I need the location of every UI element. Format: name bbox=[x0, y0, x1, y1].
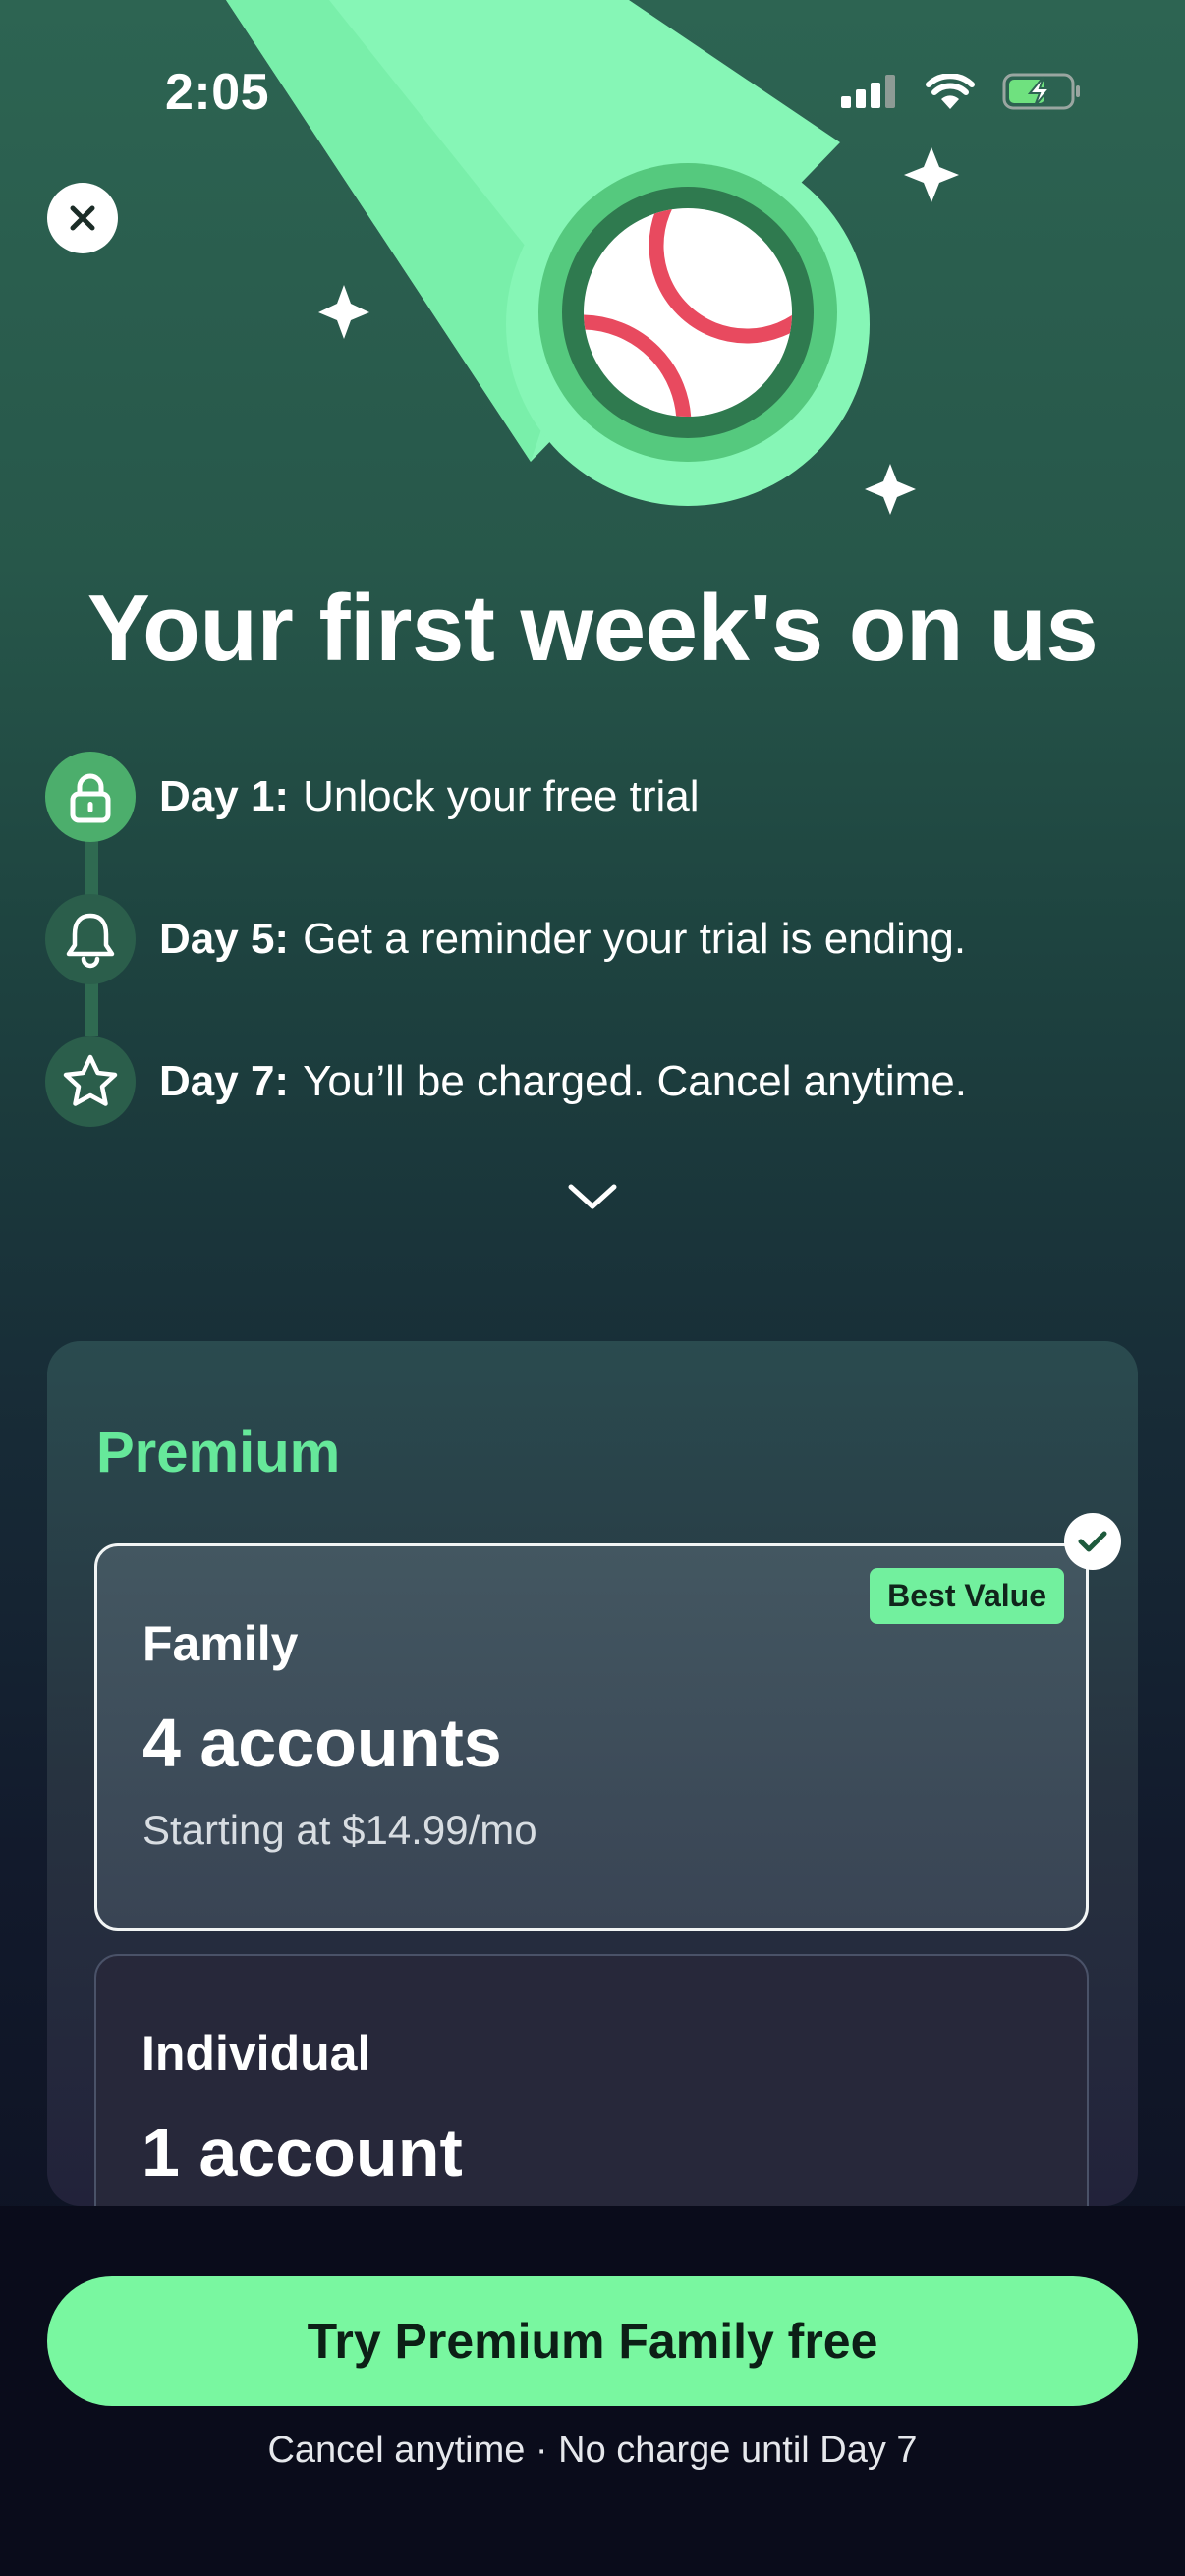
timeline-day-label: Day 7: bbox=[159, 1057, 290, 1105]
status-icons bbox=[841, 73, 1081, 110]
plan-option-individual[interactable]: Individual 1 account bbox=[94, 1954, 1089, 2206]
wifi-icon bbox=[926, 74, 975, 109]
battery-charging-icon bbox=[1002, 73, 1080, 110]
plan-name: Individual bbox=[141, 2026, 371, 2081]
sparkle-icon bbox=[904, 147, 959, 202]
timeline-step-day-7: Day 7: You’ll be charged. Cancel anytime. bbox=[45, 1036, 967, 1127]
timeline-description: Unlock your free trial bbox=[303, 772, 700, 820]
sparkle-icon bbox=[865, 464, 916, 515]
plan-option-family[interactable]: Best Value Family 4 accounts Starting at… bbox=[94, 1543, 1089, 1931]
try-premium-button[interactable]: Try Premium Family free bbox=[47, 2276, 1138, 2406]
plan-name: Family bbox=[142, 1616, 299, 1671]
best-value-badge: Best Value bbox=[870, 1568, 1064, 1624]
bottom-action-bar: Try Premium Family free Cancel anytime ·… bbox=[0, 2206, 1185, 2576]
checkmark-icon bbox=[1078, 1531, 1107, 1552]
plan-account-count: 4 accounts bbox=[142, 1705, 502, 1781]
cta-disclaimer: Cancel anytime · No charge until Day 7 bbox=[267, 2430, 918, 2471]
timeline-step-text: Day 1: Unlock your free trial bbox=[159, 772, 700, 821]
sparkle-icon bbox=[318, 285, 369, 339]
plan-account-count: 1 account bbox=[141, 2114, 463, 2191]
selected-check bbox=[1064, 1513, 1121, 1570]
plan-price: Starting at $14.99/mo bbox=[142, 1807, 537, 1853]
timeline-step-text: Day 5: Get a reminder your trial is endin… bbox=[159, 915, 966, 964]
timeline-step-text: Day 7: You’ll be charged. Cancel anytime. bbox=[159, 1057, 967, 1106]
page-title: Your first week's on us bbox=[86, 576, 1099, 681]
timeline-step-day-5: Day 5: Get a reminder your trial is endin… bbox=[45, 894, 966, 984]
timeline-description: Get a reminder your trial is ending. bbox=[303, 915, 967, 963]
close-icon bbox=[70, 205, 95, 231]
trial-timeline: Day 1: Unlock your free trial Day 5: Get a… bbox=[45, 752, 1146, 1145]
chevron-down-icon[interactable] bbox=[563, 1179, 622, 1212]
paywall-screen: 2:05 Your first week's on us Day 1: Unlo… bbox=[0, 0, 1185, 2576]
timeline-day-label: Day 5: bbox=[159, 915, 290, 963]
timeline-day-label: Day 1: bbox=[159, 772, 290, 820]
star-icon bbox=[45, 1036, 136, 1127]
timeline-step-day-1: Day 1: Unlock your free trial bbox=[45, 752, 700, 842]
plan-tier-title: Premium bbox=[96, 1421, 341, 1484]
close-button[interactable] bbox=[47, 183, 118, 253]
lock-icon bbox=[45, 752, 136, 842]
plan-selector: Premium Best Value Family 4 accounts Sta… bbox=[47, 1341, 1138, 2206]
timeline-description: You’ll be charged. Cancel anytime. bbox=[303, 1057, 967, 1105]
bell-icon bbox=[45, 894, 136, 984]
status-time: 2:05 bbox=[165, 64, 270, 121]
cellular-signal-icon bbox=[841, 75, 895, 108]
